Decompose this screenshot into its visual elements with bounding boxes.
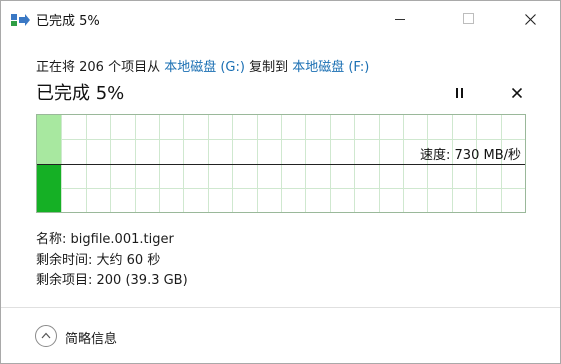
copy-description: 正在将 206 个项目从 本地磁盘 (G:) 复制到 本地磁盘 (F:) xyxy=(36,56,369,75)
close-window-button[interactable] xyxy=(507,1,553,37)
destination-drive-link[interactable]: 本地磁盘 (F:) xyxy=(292,60,369,75)
speed-line xyxy=(37,164,525,165)
window-title: 已完成 5% xyxy=(36,14,100,29)
speed-bar xyxy=(37,164,61,212)
items-remaining: 剩余项目: 200 (39.3 GB) xyxy=(36,273,188,288)
dialog-footer: 简略信息 xyxy=(1,307,560,363)
close-icon xyxy=(512,88,522,98)
fewer-details-label[interactable]: 简略信息 xyxy=(65,328,117,347)
desc-middle: 复制到 xyxy=(244,60,293,75)
desc-prefix: 正在将 206 个项目从 xyxy=(36,60,165,75)
copy-arrow-icon xyxy=(11,12,31,26)
cancel-button[interactable] xyxy=(507,83,527,103)
minimize-button[interactable] xyxy=(377,1,423,37)
close-icon xyxy=(525,14,536,25)
title-bar[interactable]: 已完成 5% xyxy=(1,1,560,37)
source-drive-link[interactable]: 本地磁盘 (G:) xyxy=(164,60,245,75)
pause-button[interactable] xyxy=(450,83,470,103)
progress-status: 已完成 5% xyxy=(36,83,125,104)
fewer-details-button[interactable] xyxy=(35,325,57,347)
time-remaining: 剩余时间: 大约 60 秒 xyxy=(36,252,161,268)
speed-label: 速度: 730 MB/秒 xyxy=(420,148,521,163)
details-panel: 名称: bigfile.001.tiger 剩余时间: 大约 60 秒 剩余项目… xyxy=(36,230,188,292)
maximize-button[interactable] xyxy=(445,1,491,37)
file-copy-dialog: 已完成 5% 正在将 206 个项目从 本地磁盘 (G:) 复制到 本地磁盘 (… xyxy=(0,0,561,364)
speed-graph: 速度: 730 MB/秒 xyxy=(36,114,526,213)
chevron-up-icon xyxy=(41,332,51,339)
file-name: 名称: bigfile.001.tiger xyxy=(36,232,174,247)
